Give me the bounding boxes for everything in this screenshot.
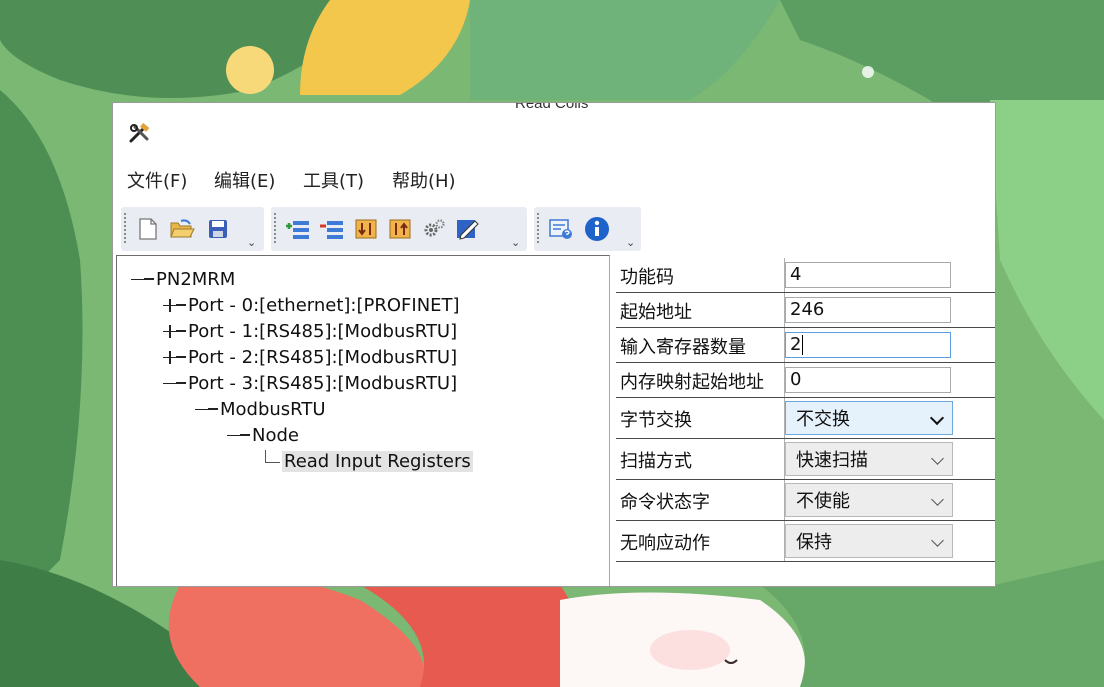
menu-edit[interactable]: 编辑(E) xyxy=(214,167,275,193)
prop-row-command-status: 命令状态字 不使能 xyxy=(616,480,995,521)
prop-label: 功能码 xyxy=(620,267,674,288)
tree-root[interactable]: PN2MRM xyxy=(131,267,235,291)
chevron-down-icon xyxy=(929,410,945,426)
tree-item-port-1[interactable]: Port - 1:[RS485]:[ModbusRTU] xyxy=(163,319,457,343)
prop-row-no-response-action: 无响应动作 保持 xyxy=(616,521,995,562)
chevron-down-icon xyxy=(931,493,944,506)
prop-label: 无响应动作 xyxy=(620,533,710,554)
title-bar: Read Coils xyxy=(113,103,995,153)
prop-label: 字节交换 xyxy=(620,410,692,431)
menu-tools[interactable]: 工具(T) xyxy=(303,167,364,193)
collapse-icon[interactable] xyxy=(163,377,176,390)
title-peek-text: Read Coils xyxy=(515,102,589,112)
prop-row-byte-swap: 字节交换 不交换 xyxy=(616,398,995,439)
tree-connector xyxy=(240,434,250,436)
add-port-icon[interactable] xyxy=(285,216,311,242)
toolbar-group-edit: ⌄ xyxy=(271,207,527,251)
expand-icon[interactable] xyxy=(163,350,176,364)
toolbar-overflow-icon[interactable]: ⌄ xyxy=(247,236,256,249)
no-response-action-select[interactable]: 保持 xyxy=(785,524,953,558)
edit-note-icon[interactable] xyxy=(455,216,481,242)
move-down-icon[interactable] xyxy=(353,216,379,242)
command-status-select[interactable]: 不使能 xyxy=(785,483,953,517)
tree-item-protocol[interactable]: ModbusRTU xyxy=(195,397,326,421)
move-up-icon[interactable] xyxy=(387,216,413,242)
prop-row-memory-map-address: 内存映射起始地址 0 xyxy=(616,363,995,398)
expand-icon[interactable] xyxy=(163,324,176,338)
register-count-value: 2 xyxy=(790,334,802,355)
tree-item-label: Port - 0:[ethernet]:[PROFINET] xyxy=(188,294,460,316)
prop-label: 输入寄存器数量 xyxy=(620,337,746,358)
tree-leaf-connector xyxy=(265,449,280,463)
app-window: Read Coils 文件(F) 编辑(E) 工具(T) 帮助(H) ⌄ ⌄ ⌄… xyxy=(112,102,996,587)
menu-help[interactable]: 帮助(H) xyxy=(392,167,456,193)
tree-root-label: PN2MRM xyxy=(156,268,236,290)
tree-item-command[interactable]: Read Input Registers xyxy=(265,449,473,473)
scan-mode-select[interactable]: 快速扫描 xyxy=(785,442,953,476)
register-count-field[interactable]: 2 xyxy=(785,332,951,358)
chevron-down-icon xyxy=(931,452,944,465)
tree-item-port-2[interactable]: Port - 2:[RS485]:[ModbusRTU] xyxy=(163,345,457,369)
text-caret xyxy=(802,335,804,355)
tree-connector xyxy=(176,330,186,332)
tree-item-label: Port - 3:[RS485]:[ModbusRTU] xyxy=(188,372,458,394)
monitor-icon[interactable] xyxy=(548,216,574,242)
tree-item-label: Port - 2:[RS485]:[ModbusRTU] xyxy=(188,346,458,368)
menu-bar: 文件(F) 编辑(E) 工具(T) 帮助(H) xyxy=(113,167,995,197)
prop-row-scan-mode: 扫描方式 快速扫描 xyxy=(616,439,995,480)
tree-item-label: Read Input Registers xyxy=(282,450,473,472)
open-folder-icon[interactable] xyxy=(169,216,195,242)
collapse-icon[interactable] xyxy=(227,429,240,442)
toolbar-grip[interactable] xyxy=(537,213,539,245)
prop-label: 命令状态字 xyxy=(620,492,710,513)
toolbar-grip[interactable] xyxy=(274,213,276,245)
tree-item-port-0[interactable]: Port - 0:[ethernet]:[PROFINET] xyxy=(163,293,460,317)
prop-label: 扫描方式 xyxy=(620,451,692,472)
tree-item-node[interactable]: Node xyxy=(227,423,299,447)
chevron-down-icon xyxy=(931,534,944,547)
tree-connector xyxy=(176,304,186,306)
app-tools-icon xyxy=(129,122,150,143)
collapse-icon[interactable] xyxy=(195,403,208,416)
device-tree: PN2MRM Port - 0:[ethernet]:[PROFINET] Po… xyxy=(116,255,610,586)
tree-connector xyxy=(176,382,186,384)
toolbar-overflow-icon[interactable]: ⌄ xyxy=(626,236,635,249)
expand-icon[interactable] xyxy=(163,298,176,312)
prop-label: 起始地址 xyxy=(620,302,692,323)
tree-connector xyxy=(176,356,186,358)
tree-item-label: Node xyxy=(252,424,299,446)
menu-file[interactable]: 文件(F) xyxy=(127,167,187,193)
tree-connector xyxy=(144,278,154,280)
info-icon[interactable] xyxy=(584,216,610,242)
function-code-field[interactable]: 4 xyxy=(785,262,951,288)
toolbar: ⌄ ⌄ ⌄ xyxy=(113,205,995,253)
memory-map-address-field[interactable]: 0 xyxy=(785,367,951,393)
prop-row-start-address: 起始地址 246 xyxy=(616,293,995,328)
prop-label: 内存映射起始地址 xyxy=(620,372,764,393)
prop-row-function-code: 功能码 4 xyxy=(616,258,995,293)
save-icon[interactable] xyxy=(205,216,231,242)
command-status-value: 不使能 xyxy=(796,491,850,512)
byte-swap-select[interactable]: 不交换 xyxy=(785,401,953,435)
toolbar-grip[interactable] xyxy=(124,213,126,245)
new-file-icon[interactable] xyxy=(135,216,161,242)
toolbar-group-help: ⌄ xyxy=(534,207,641,251)
property-grid: 功能码 4 起始地址 246 输入寄存器数量 2 内存映射起始地址 0 字节交换… xyxy=(616,258,995,562)
tree-item-label: Port - 1:[RS485]:[ModbusRTU] xyxy=(188,320,458,342)
toolbar-group-file: ⌄ xyxy=(121,207,264,251)
prop-row-register-count: 输入寄存器数量 2 xyxy=(616,328,995,363)
tree-item-port-3[interactable]: Port - 3:[RS485]:[ModbusRTU] xyxy=(163,371,457,395)
toolbar-overflow-icon[interactable]: ⌄ xyxy=(511,236,520,249)
remove-port-icon[interactable] xyxy=(319,216,345,242)
tree-connector xyxy=(208,408,218,410)
collapse-icon[interactable] xyxy=(131,273,144,286)
start-address-field[interactable]: 246 xyxy=(785,297,951,323)
scan-mode-value: 快速扫描 xyxy=(796,450,868,471)
tree-item-label: ModbusRTU xyxy=(220,398,326,420)
no-response-action-value: 保持 xyxy=(796,532,832,553)
byte-swap-value: 不交换 xyxy=(796,409,850,430)
settings-gear-icon[interactable] xyxy=(421,216,447,242)
